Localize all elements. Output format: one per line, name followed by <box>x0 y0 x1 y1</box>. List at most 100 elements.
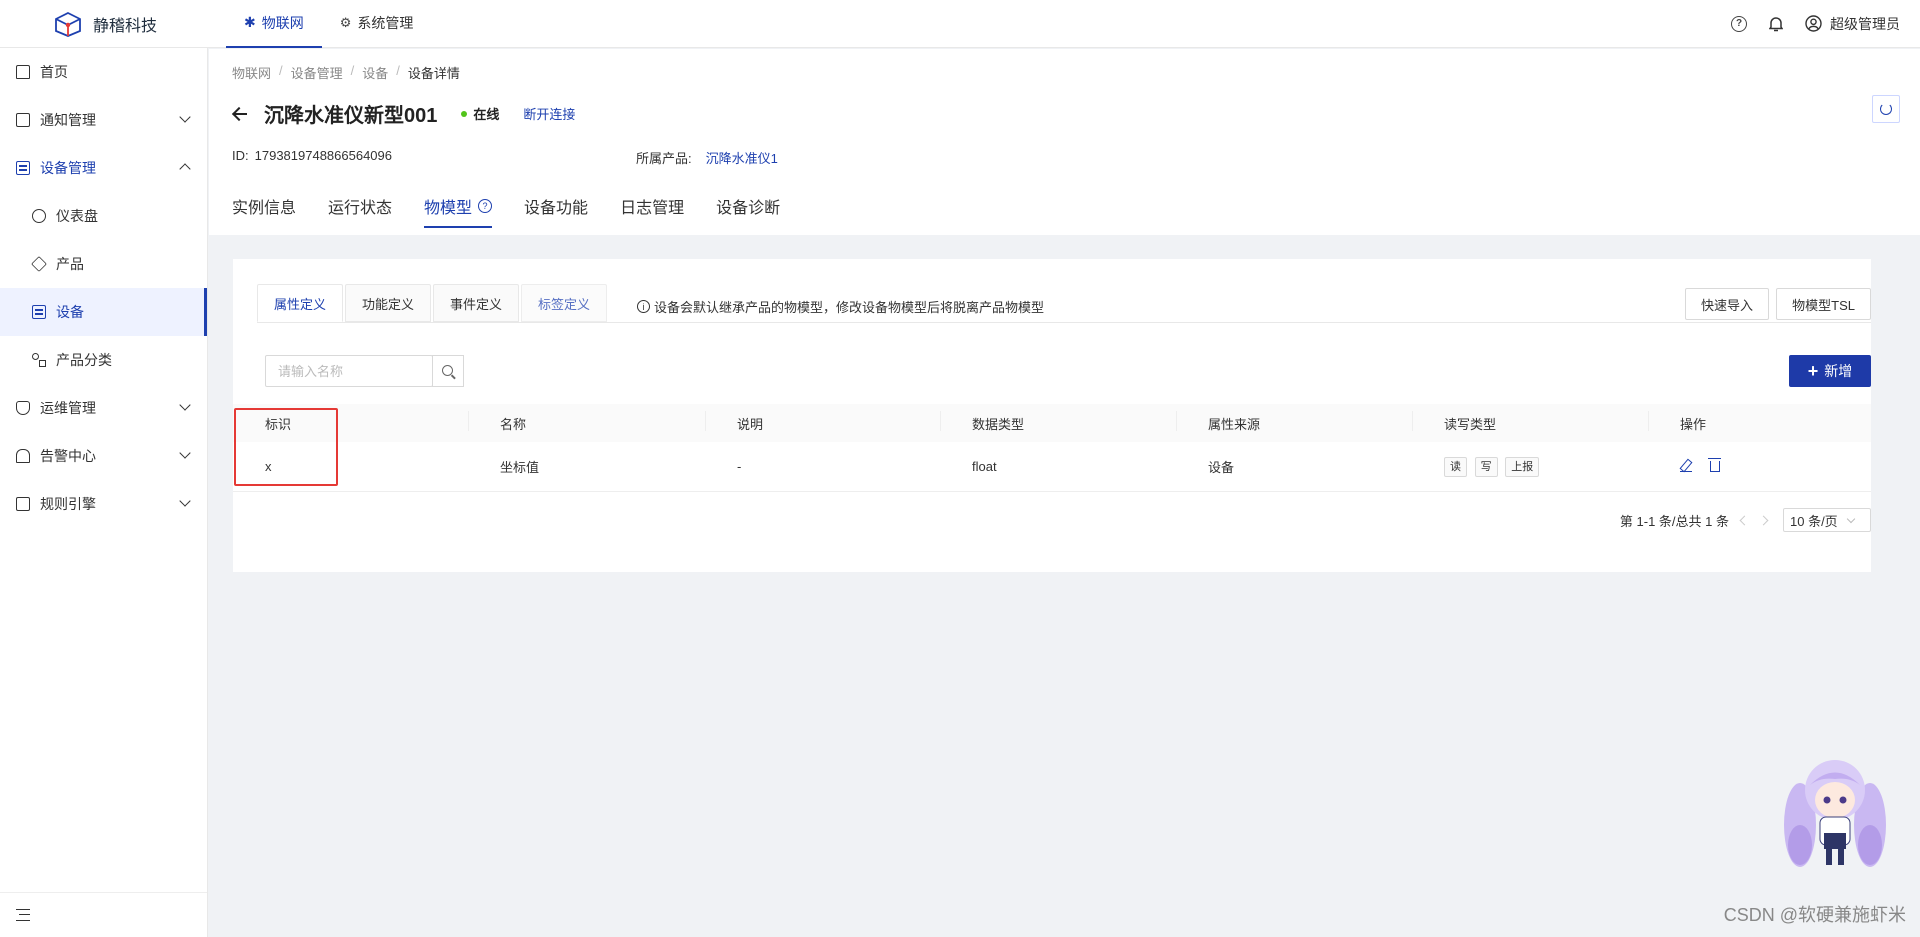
chevron-down-icon <box>179 495 191 507</box>
logo[interactable]: 静稽科技 <box>0 0 210 48</box>
sidebar-item-product-category[interactable]: 产品分类 <box>0 336 207 384</box>
sidebar-item-label: 通知管理 <box>40 112 96 128</box>
add-button[interactable]: + 新增 <box>1789 355 1871 387</box>
collapse-menu-icon[interactable] <box>16 909 30 921</box>
chevron-down-icon <box>179 111 191 123</box>
rule-icon <box>16 497 30 511</box>
top-nav-iot[interactable]: ✱ 物联网 <box>226 0 322 48</box>
chevron-down-icon <box>179 447 191 459</box>
table-row[interactable]: x 坐标值 - float 设备 读 写 上报 <box>233 442 1871 492</box>
pagination-summary: 第 1-1 条/总共 1 条 <box>1619 513 1729 529</box>
breadcrumb: 物联网 / 设备管理 / 设备 / 设备详情 <box>232 63 460 82</box>
thing-model-card: 属性定义 功能定义 事件定义 标签定义 i 设备会默认继承产品的物模型，修改设备… <box>233 259 1871 572</box>
subtab-events[interactable]: 事件定义 <box>433 284 520 322</box>
device-meta: ID: 1793819748866564096 所属产品: 沉降水准仪1 <box>232 148 778 167</box>
device-id-label: ID: <box>232 148 249 163</box>
chevron-down-icon <box>179 399 191 411</box>
sidebar-item-label: 产品分类 <box>56 352 112 368</box>
refresh-icon <box>1880 103 1892 115</box>
breadcrumb-current: 设备详情 <box>407 66 460 81</box>
user-menu[interactable]: 超级管理员 <box>1805 14 1900 34</box>
rw-tag-write: 写 <box>1474 456 1498 477</box>
tab-instance-info[interactable]: 实例信息 <box>232 186 296 228</box>
property-table: 标识 名称 说明 数据类型 属性来源 读写类型 操作 x 坐标值 - float… <box>233 404 1871 492</box>
rw-tag-read: 读 <box>1444 456 1467 477</box>
page-size-select[interactable]: 10 条/页 <box>1783 508 1871 532</box>
cell-name: 坐标值 <box>500 460 540 475</box>
search-button[interactable] <box>432 355 464 387</box>
sidebar-item-device-management[interactable]: 设备管理 <box>0 144 207 192</box>
refresh-button[interactable] <box>1872 95 1900 123</box>
quick-import-button[interactable]: 快速导入 <box>1684 288 1769 320</box>
status-text: 在线 <box>473 107 500 122</box>
tab-device-diagnosis[interactable]: 设备诊断 <box>716 186 780 228</box>
category-icon <box>32 353 46 367</box>
tsl-button[interactable]: 物模型TSL <box>1776 288 1871 320</box>
search-input[interactable] <box>265 355 433 387</box>
dashboard-icon <box>32 209 46 223</box>
chevron-up-icon <box>179 163 191 175</box>
sidebar-item-label: 设备 <box>56 304 84 320</box>
edit-icon[interactable] <box>1680 460 1692 472</box>
column-header: 标识 <box>265 416 292 432</box>
disconnect-link[interactable]: 断开连接 <box>523 104 575 123</box>
column-header: 读写类型 <box>1412 410 1648 433</box>
info-icon: i <box>637 300 650 313</box>
user-name: 超级管理员 <box>1830 15 1900 32</box>
bell-icon[interactable] <box>1769 16 1783 32</box>
sidebar-item-label: 设备管理 <box>40 160 96 176</box>
inherit-tip: i 设备会默认继承产品的物模型，修改设备物模型后将脱离产品物模型 <box>637 297 1044 316</box>
breadcrumb-item[interactable]: 物联网 <box>232 63 271 82</box>
sidebar-item-alarm[interactable]: 告警中心 <box>0 432 207 480</box>
tab-label: 物模型 <box>424 200 473 217</box>
subtab-tags[interactable]: 标签定义 <box>521 284 608 322</box>
product-link[interactable]: 沉降水准仪1 <box>706 148 778 167</box>
column-header: 属性来源 <box>1176 410 1412 433</box>
cell-source: 设备 <box>1208 460 1235 475</box>
sidebar-item-notice[interactable]: 通知管理 <box>0 96 207 144</box>
sidebar-item-home[interactable]: 首页 <box>0 48 207 96</box>
tab-thing-model[interactable]: 物模型 ? <box>424 186 493 228</box>
shield-icon <box>16 401 30 415</box>
iot-icon: ✱ <box>244 14 256 30</box>
delete-icon[interactable] <box>1707 457 1721 472</box>
rw-tag-report: 上报 <box>1505 456 1540 477</box>
tab-device-function[interactable]: 设备功能 <box>524 186 588 228</box>
column-header: 说明 <box>705 410 940 433</box>
sidebar-item-rules[interactable]: 规则引擎 <box>0 480 207 528</box>
table-header: 标识 名称 说明 数据类型 属性来源 读写类型 操作 <box>233 404 1871 442</box>
back-arrow-icon[interactable] <box>232 106 248 122</box>
next-page-icon[interactable] <box>1758 515 1769 525</box>
chevron-down-icon <box>1846 514 1855 523</box>
sidebar-item-label: 产品 <box>56 256 84 272</box>
sub-tabs: 属性定义 功能定义 事件定义 标签定义 <box>257 284 608 322</box>
top-nav-system-label: 系统管理 <box>357 14 414 31</box>
cell-data-type: float <box>972 459 997 474</box>
breadcrumb-separator: / <box>350 63 355 78</box>
device-list-icon <box>32 305 46 319</box>
breadcrumb-item[interactable]: 设备 <box>362 63 388 82</box>
user-avatar-icon <box>1805 15 1822 32</box>
sidebar-item-dashboard[interactable]: 仪表盘 <box>0 192 207 240</box>
tab-log-management[interactable]: 日志管理 <box>620 186 684 228</box>
breadcrumb-item[interactable]: 设备管理 <box>291 63 343 82</box>
brand-name: 静稽科技 <box>92 17 157 35</box>
top-bar: 静稽科技 ✱ 物联网 ⚙ 系统管理 ? 超级管理员 <box>0 0 1920 48</box>
mascot-character-image <box>1784 760 1886 867</box>
top-nav-system[interactable]: ⚙ 系统管理 <box>322 0 432 48</box>
device-list-icon <box>16 161 30 175</box>
system-icon: ⚙ <box>339 14 352 30</box>
help-icon[interactable]: ? <box>1731 15 1747 32</box>
sidebar-item-device[interactable]: 设备 <box>0 288 207 336</box>
subtab-functions[interactable]: 功能定义 <box>345 284 432 322</box>
sidebar-item-product[interactable]: 产品 <box>0 240 207 288</box>
page-title: 沉降水准仪新型001 <box>264 105 438 127</box>
plus-icon: + <box>1807 361 1819 381</box>
sidebar-item-ops[interactable]: 运维管理 <box>0 384 207 432</box>
page-size-value: 10 条/页 <box>1790 513 1838 529</box>
prev-page-icon[interactable] <box>1739 515 1750 525</box>
cube-icon <box>31 256 47 272</box>
subtab-properties[interactable]: 属性定义 <box>257 284 344 322</box>
tab-run-status[interactable]: 运行状态 <box>328 186 392 228</box>
question-icon[interactable]: ? <box>478 199 493 213</box>
